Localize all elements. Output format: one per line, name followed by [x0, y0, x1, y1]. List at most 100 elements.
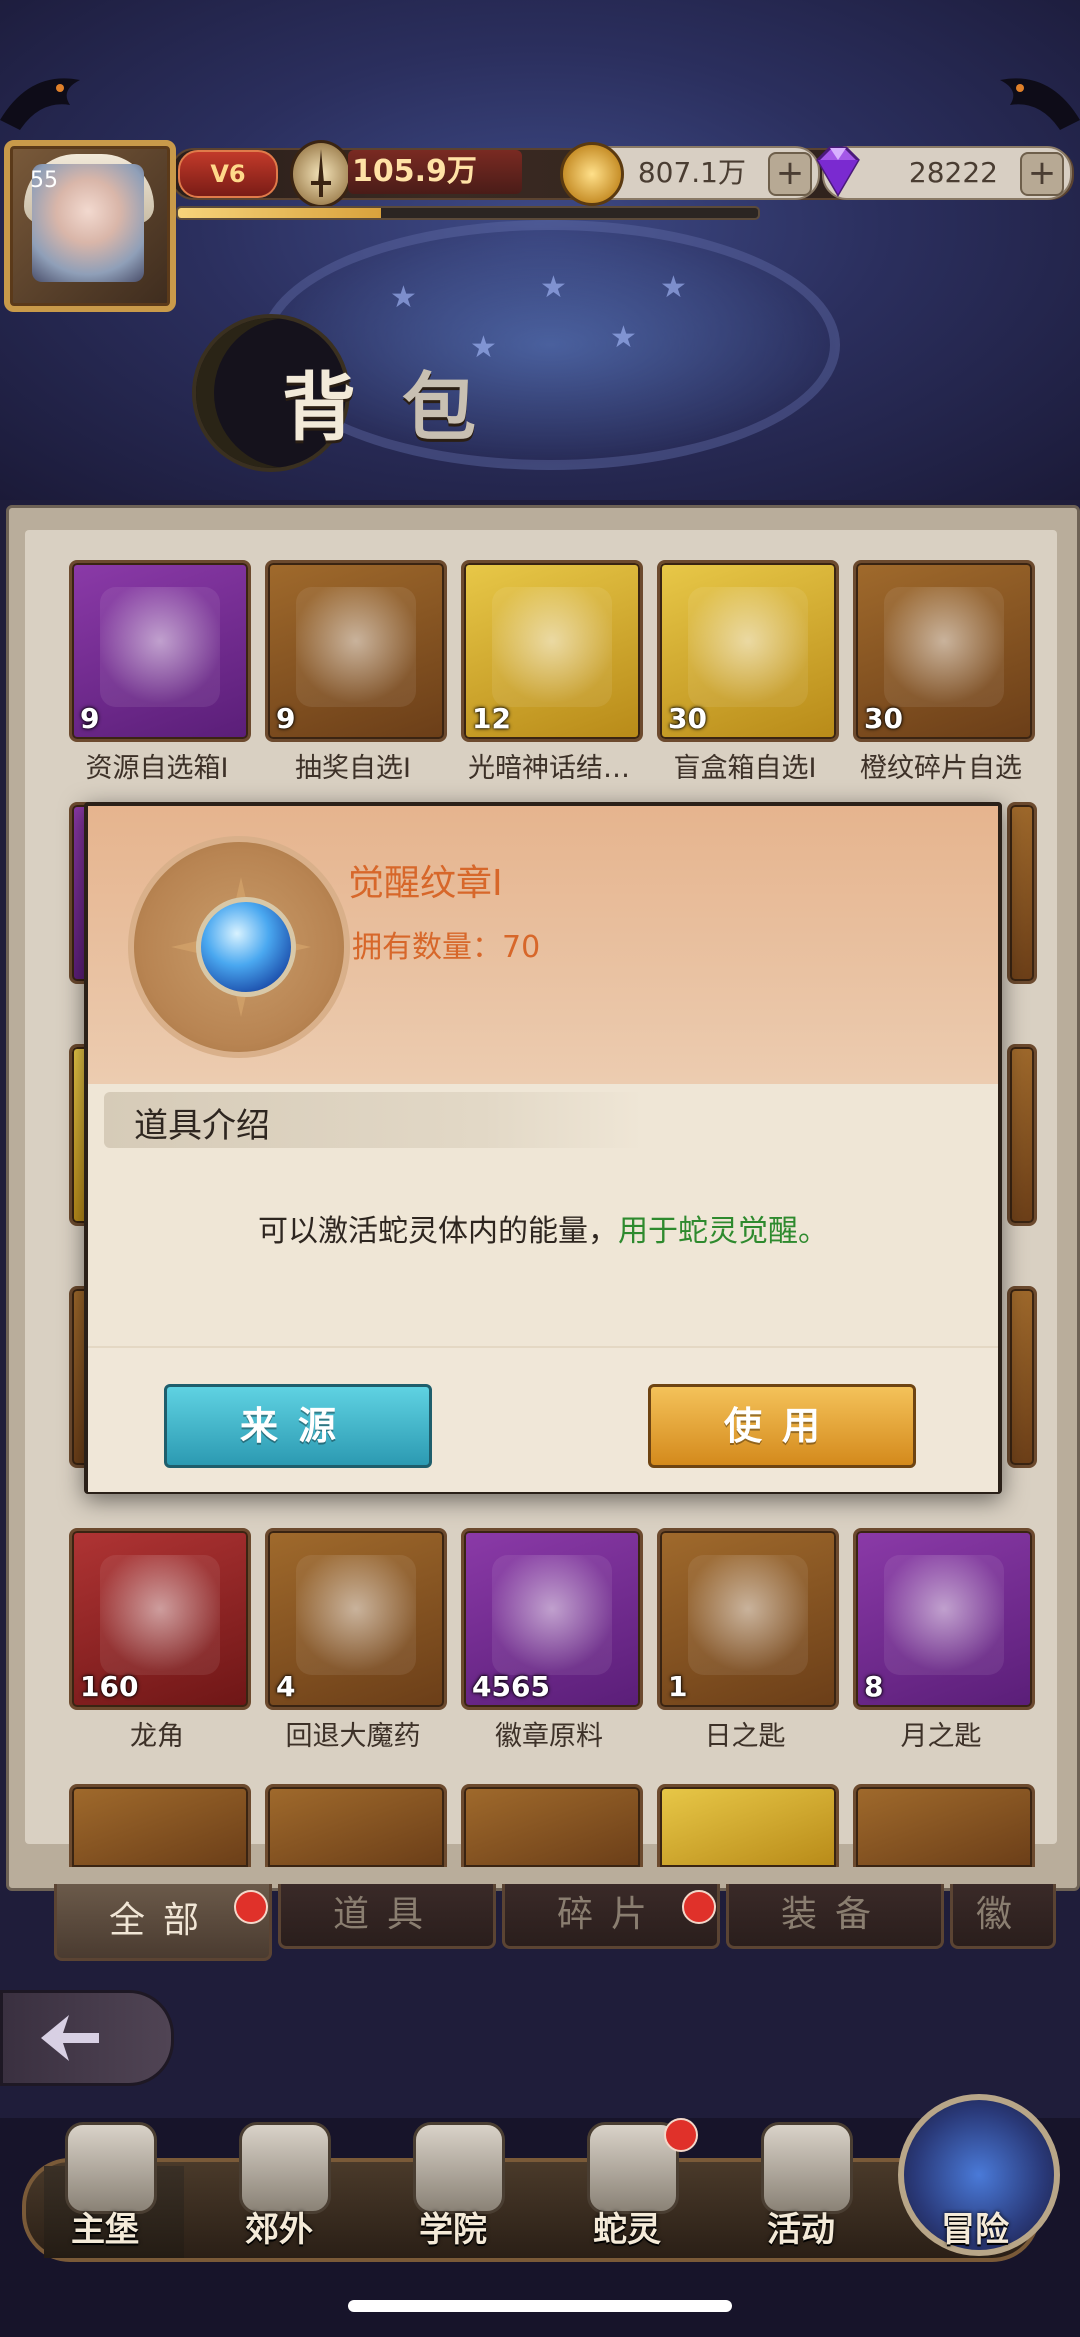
home-indicator [348, 2300, 732, 2312]
page-title: 背 包 [196, 318, 616, 468]
back-arrow-icon [41, 2015, 99, 2061]
inventory-slot[interactable]: 8 [853, 1528, 1035, 1710]
source-button[interactable]: 来源 [164, 1384, 432, 1468]
inventory-slot[interactable] [657, 1784, 839, 1867]
section-header: 道具介绍 [104, 1092, 644, 1148]
item-name: 月之匙 [900, 1721, 982, 1752]
crystal-ore-icon [492, 1555, 612, 1675]
potion-icon [296, 1555, 416, 1675]
inventory-slot[interactable]: 4565 [461, 1528, 643, 1710]
inventory-slot[interactable] [1007, 1044, 1037, 1226]
diamond-icon [816, 146, 860, 197]
add-gem-button[interactable]: + [1020, 152, 1064, 196]
star-icon: ★ [540, 270, 567, 305]
item-count: 9 [276, 702, 296, 735]
gem-value: 28222 [908, 156, 998, 189]
item-count: 1 [668, 1670, 688, 1703]
item-detail-header: 觉醒纹章Ⅰ 拥有数量：70 [88, 806, 998, 1084]
inventory-slot[interactable] [265, 1784, 447, 1867]
back-button[interactable] [0, 1990, 174, 2086]
item-count: 30 [668, 702, 707, 735]
nav-label: 郊外 [245, 2210, 313, 2250]
item-count: 160 [80, 1670, 139, 1703]
academy-icon [413, 2122, 505, 2214]
inventory-slot[interactable]: 160 [69, 1528, 251, 1710]
nav-item-adventure[interactable]: 冒险 [898, 2094, 1060, 2288]
section-title: 道具介绍 [134, 1106, 270, 1146]
item-count: 8 [864, 1670, 884, 1703]
nav-label: 活动 [767, 2210, 835, 2250]
inventory-slot[interactable]: 9 [265, 560, 447, 742]
item-count: 9 [80, 702, 100, 735]
vip-badge[interactable]: V6 [178, 150, 278, 198]
notification-badge [682, 1890, 716, 1924]
item-icon-frame [128, 836, 350, 1058]
item-count: 12 [472, 702, 511, 735]
add-gold-button[interactable]: + [768, 152, 812, 196]
item-name: 龙角 [130, 1721, 184, 1752]
use-button[interactable]: 使用 [648, 1384, 916, 1468]
inventory-slot[interactable]: 4 [265, 1528, 447, 1710]
tab-4[interactable]: 徽 [950, 1884, 1056, 1949]
inventory-slot[interactable]: 12 [461, 560, 643, 742]
item-description: 可以激活蛇灵体内的能量，用于蛇灵觉醒。 [88, 1206, 998, 1250]
gem-currency: 28222 + [816, 146, 1072, 200]
inventory-slot[interactable] [1007, 802, 1037, 984]
combat-power: 105.9万 [348, 150, 522, 194]
inventory-slot[interactable]: 1 [657, 1528, 839, 1710]
item-detail-dialog: 觉醒纹章Ⅰ 拥有数量：70 道具介绍 可以激活蛇灵体内的能量，用于蛇灵觉醒。 来… [84, 802, 1002, 1494]
blind-box-icon [688, 587, 808, 707]
notification-badge [664, 2118, 698, 2152]
nav-item-academy[interactable]: 学院 [378, 2118, 528, 2288]
dragon-horn-icon [100, 1555, 220, 1675]
player-status-bar: 55 V6 105.9万 807.1万 + 28222 + [0, 130, 1080, 312]
item-name: 徽章原料 [495, 1721, 603, 1752]
nav-item-gift[interactable]: 活动 [726, 2118, 876, 2288]
tab-1[interactable]: 道具 [278, 1884, 496, 1949]
card-fragment-icon [884, 587, 1004, 707]
item-count: 4 [276, 1670, 296, 1703]
nav-item-crossed-swords[interactable]: 郊外 [204, 2118, 354, 2288]
inventory-slot[interactable] [1007, 1286, 1037, 1468]
description-text: 可以激活蛇灵体内的能量， [258, 1214, 618, 1249]
gold-coin-icon [560, 142, 624, 206]
item-name: 抽奖自选Ⅰ [295, 753, 411, 784]
inventory-slot[interactable] [853, 1784, 1035, 1867]
gift-box-icon [100, 587, 220, 707]
sword-shield-icon [290, 140, 352, 208]
inventory-slot[interactable]: 30 [657, 560, 839, 742]
page-title-char-1: 背 [282, 365, 360, 451]
inventory-slot[interactable]: 30 [853, 560, 1035, 742]
nav-label: 冒险 [941, 2210, 1009, 2250]
item-quantity: 拥有数量：70 [352, 930, 541, 965]
item-count: 30 [864, 702, 903, 735]
avatar[interactable]: 55 [4, 140, 176, 312]
item-name: 资源自选箱Ⅰ [85, 753, 229, 784]
page-title-char-2: 包 [402, 365, 476, 451]
inventory-slot[interactable] [69, 1784, 251, 1867]
description-highlight: 用于蛇灵觉醒。 [618, 1214, 828, 1249]
awakening-emblem-icon [196, 897, 296, 997]
player-level: 55 [30, 168, 58, 193]
tab-3[interactable]: 装备 [726, 1884, 944, 1949]
nav-label: 学院 [419, 2210, 487, 2250]
gold-currency: 807.1万 + [560, 142, 820, 206]
nav-item-spirit[interactable]: 蛇灵 [552, 2118, 702, 2288]
item-name: 回退大魔药 [285, 1721, 421, 1752]
dragon-ornament-icon [1000, 78, 1080, 130]
item-name: 橙纹碎片自选 [860, 753, 1022, 784]
castle-icon [65, 2122, 157, 2214]
item-name: 日之匙 [704, 1721, 786, 1752]
treasure-chest-icon [296, 587, 416, 707]
nav-item-castle[interactable]: 主堡 [30, 2118, 184, 2288]
mythic-gift-icon [492, 587, 612, 707]
nav-label: 主堡 [71, 2210, 139, 2250]
gold-value: 807.1万 [637, 156, 746, 189]
item-name: 觉醒纹章Ⅰ [348, 863, 503, 904]
inventory-tabs: 全部 道具 碎片 装备徽 [0, 1884, 1080, 1964]
notification-badge [234, 1890, 268, 1924]
inventory-slot[interactable] [461, 1784, 643, 1867]
nav-label: 蛇灵 [593, 2210, 661, 2250]
inventory-slot[interactable]: 9 [69, 560, 251, 742]
item-name: 光暗神话结… [468, 753, 630, 784]
